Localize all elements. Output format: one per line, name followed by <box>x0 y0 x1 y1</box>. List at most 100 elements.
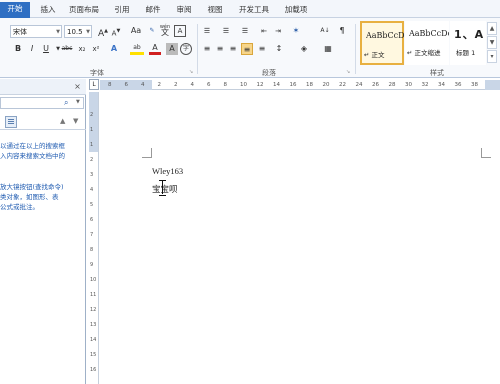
enclose-char-button[interactable]: 字 <box>180 43 192 55</box>
line-spacing-icon[interactable]: ↕ <box>273 43 285 55</box>
nav-pane-tabs: ▲ ▼ <box>0 114 86 130</box>
char-border-button[interactable]: A <box>174 25 186 37</box>
browse-pages-icon[interactable] <box>5 116 17 128</box>
ruler-tick-label: 12 <box>90 307 97 313</box>
chevron-down-icon[interactable]: ▼ <box>86 26 90 38</box>
paragraph-group-label: 段落 <box>262 69 276 77</box>
tab-page-layout[interactable]: 页面布局 <box>66 3 102 18</box>
font-group-label: 字体 <box>90 69 104 77</box>
increase-indent-icon[interactable]: ⇥ <box>272 25 284 37</box>
font-name-combo[interactable]: 宋体 ▼ <box>10 25 62 38</box>
styles-scroll-down-icon[interactable]: ▼ <box>487 36 497 49</box>
styles-scroll-up-icon[interactable]: ▲ <box>487 22 497 35</box>
ruler-tick-label: 28 <box>388 82 396 88</box>
highlight-button[interactable]: ab <box>130 43 144 55</box>
ruler-tick-label: 11 <box>90 292 97 298</box>
char-shading-button[interactable]: A <box>166 43 178 55</box>
group-separator <box>197 24 198 74</box>
numbering-icon[interactable]: ☰ <box>220 25 232 37</box>
font-dialog-launcher-icon[interactable]: ↘ <box>189 69 193 75</box>
ruler-tick-label: 2 <box>157 82 162 88</box>
font-size-combo[interactable]: 10.5 ▼ <box>64 25 92 38</box>
chevron-down-icon[interactable]: ▼ <box>76 99 80 105</box>
ibeam-cursor-icon <box>159 180 166 196</box>
ruler-right-margin <box>485 80 500 90</box>
styles-more-icon[interactable]: ▾ <box>487 50 497 63</box>
sort-button[interactable]: A↓ <box>318 25 332 37</box>
superscript-button[interactable]: x² <box>90 43 102 55</box>
ruler-tick-label: 4 <box>190 82 195 88</box>
shrink-font-button[interactable]: A▼ <box>110 25 122 37</box>
chinese-layout-icon[interactable]: ✶ <box>290 25 302 37</box>
italic-button[interactable]: I <box>26 43 38 55</box>
align-right-icon[interactable]: ≡ <box>227 43 239 55</box>
style-name: ↵ 正文 <box>364 51 385 59</box>
ruler-tick-label: 2 <box>174 82 178 88</box>
clear-format-icon[interactable]: ✎ <box>146 25 158 37</box>
distributed-icon[interactable]: ≡ <box>256 43 268 55</box>
ruler-tick-label: 9 <box>90 262 94 268</box>
vertical-ruler[interactable]: 2 1 1 2 3 4 5 6 7 8 9 10 11 12 13 14 15 16 <box>89 92 99 384</box>
strikethrough-button[interactable]: abc <box>60 43 74 55</box>
ruler-tick-label: 36 <box>454 82 462 88</box>
ruler-tick-label: 8 <box>223 82 228 88</box>
ruler-tick-label: 2 <box>90 112 94 118</box>
previous-result-icon[interactable]: ▲ <box>60 117 65 125</box>
show-marks-button[interactable]: ¶ <box>336 25 348 37</box>
ruler-tick-label: 1 <box>90 127 94 133</box>
ruler-tick-label: 34 <box>438 82 445 88</box>
justify-icon[interactable]: ≡ <box>241 43 253 55</box>
change-case-button[interactable]: Aa <box>128 25 144 37</box>
bold-button[interactable]: B <box>12 43 24 55</box>
multilevel-list-icon[interactable]: ☰ <box>239 25 251 37</box>
ruler-tick-label: 5 <box>90 202 94 208</box>
bullets-icon[interactable]: ☰ <box>201 25 213 37</box>
tab-insert[interactable]: 插入 <box>36 3 60 18</box>
underline-button[interactable]: U <box>40 43 52 55</box>
ruler-tick-label: 16 <box>289 82 297 88</box>
tab-view[interactable]: 视图 <box>203 3 227 18</box>
ruler-tick-label: 6 <box>124 82 129 88</box>
style-normal-indent[interactable]: AaBbCcDc ↵ 正文缩进 <box>405 21 449 65</box>
ruler-tick-label: 4 <box>141 82 145 88</box>
tab-mailings[interactable]: 邮件 <box>141 3 165 18</box>
tab-stop-selector[interactable]: L <box>89 79 99 90</box>
font-color-button[interactable]: A <box>149 43 161 55</box>
ruler-tick-label: 8 <box>108 82 112 88</box>
tab-review[interactable]: 审阅 <box>172 3 196 18</box>
next-result-icon[interactable]: ▼ <box>73 117 78 125</box>
ruler-tick-label: 10 <box>240 82 247 88</box>
ruler-tick-label: 14 <box>273 82 280 88</box>
subscript-button[interactable]: x₂ <box>76 43 88 55</box>
vertical-scrollbar[interactable] <box>491 92 500 384</box>
decrease-indent-icon[interactable]: ⇤ <box>258 25 270 37</box>
phonetic-guide-button[interactable]: wén 文 <box>158 24 172 37</box>
ruler-tick-label: 1 <box>90 142 94 148</box>
chevron-down-icon[interactable]: ▼ <box>56 26 60 38</box>
tab-home[interactable]: 开始 <box>0 2 30 18</box>
nav-help-text: 以通过在以上的搜索框 <box>0 142 65 150</box>
shading-icon[interactable]: ◈ <box>298 43 310 55</box>
ruler-tick-label: 3 <box>90 172 94 178</box>
tab-developer[interactable]: 开发工具 <box>234 3 274 18</box>
paragraph-dialog-launcher-icon[interactable]: ↘ <box>346 69 350 75</box>
tab-references[interactable]: 引用 <box>110 3 134 18</box>
document-line[interactable]: Wley163 <box>152 166 183 176</box>
ribbon-tab-bar: 开始 插入 页面布局 引用 邮件 审阅 视图 开发工具 加载项 <box>0 0 500 18</box>
tab-addins[interactable]: 加载项 <box>281 3 311 18</box>
close-icon[interactable]: × <box>72 81 83 92</box>
grow-font-button[interactable]: A▲ <box>97 25 109 39</box>
align-center-icon[interactable]: ≡ <box>214 43 226 55</box>
text-effects-button[interactable]: A <box>108 43 120 55</box>
search-icon[interactable]: ⌕ <box>64 98 68 108</box>
ruler-tick-label: 13 <box>90 322 97 328</box>
nav-search-input[interactable]: ⌕ ▼ <box>0 97 84 109</box>
ruler-tick-label: 6 <box>90 217 94 223</box>
borders-icon[interactable]: ▦ <box>322 43 334 55</box>
style-heading-1[interactable]: 1、A 标题 1 <box>450 21 486 65</box>
horizontal-ruler[interactable]: 8 6 4 2 2 4 6 8 10 12 14 16 18 20 22 24 26 28 30 32 34 36 38 <box>100 80 500 90</box>
align-left-icon[interactable]: ≡ <box>201 43 213 55</box>
style-normal[interactable]: AaBbCcDc ↵ 正文 <box>360 21 406 65</box>
navigation-pane: × ⌕ ▼ ▲ ▼ 以通过在以上的搜索框 入内容来搜索文档中的 放大镜按钮(查找… <box>0 79 86 384</box>
document-page[interactable] <box>100 92 500 384</box>
